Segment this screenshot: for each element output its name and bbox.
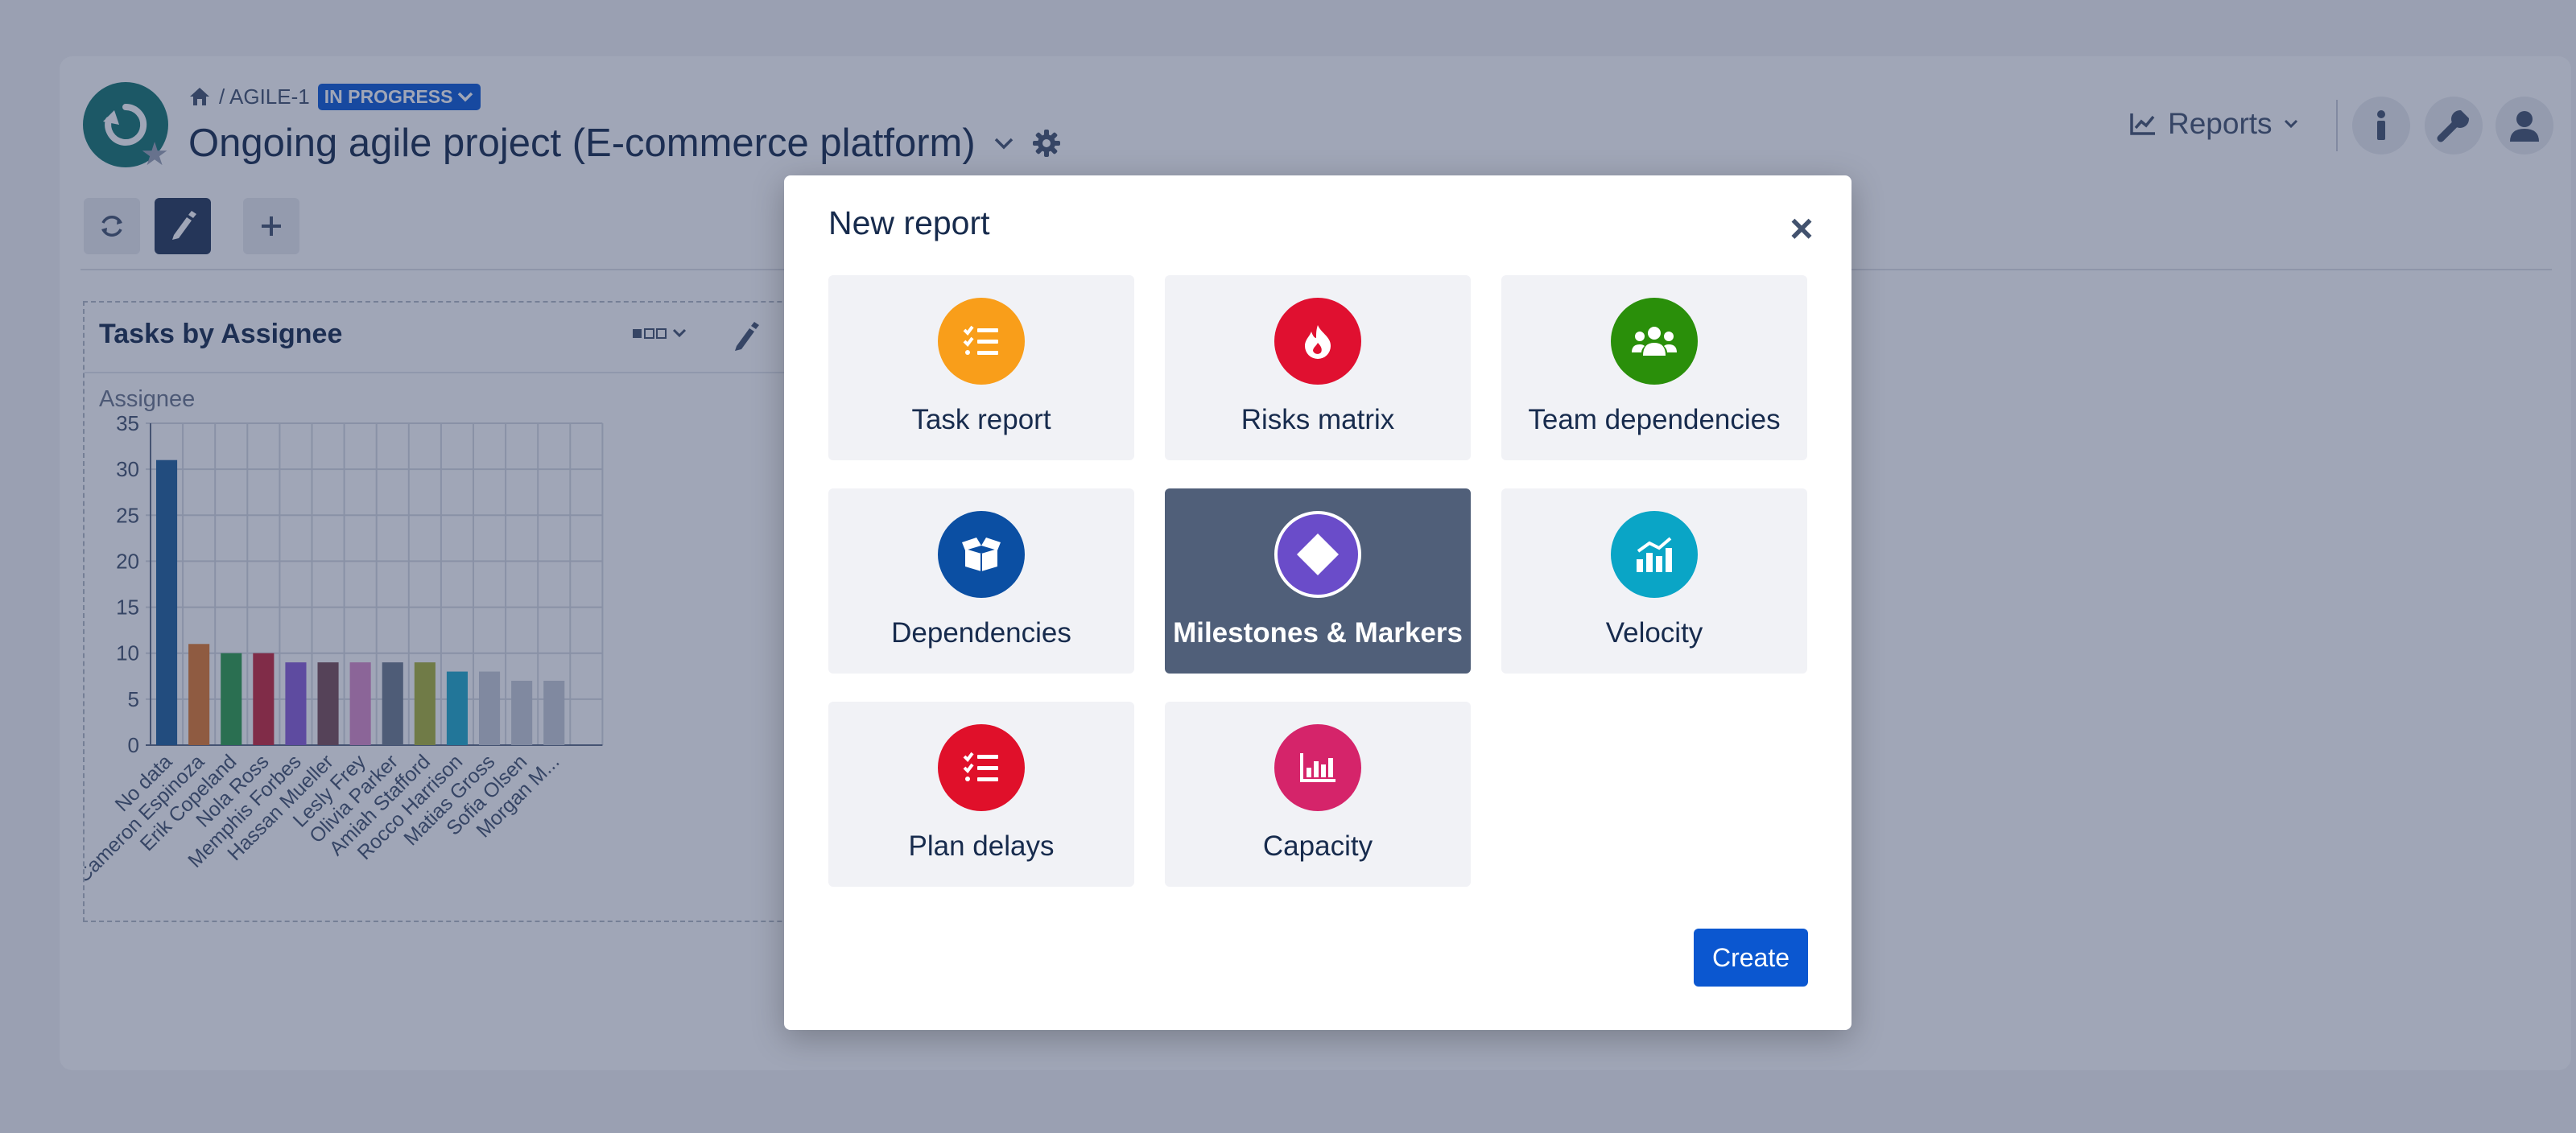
new-report-modal: New report × Task report Risks matrix Te… xyxy=(784,175,1852,1030)
tile-team-dependencies[interactable]: Team dependencies xyxy=(1501,275,1807,460)
tile-risks-matrix[interactable]: Risks matrix xyxy=(1165,275,1471,460)
tile-label: Dependencies xyxy=(891,617,1071,649)
tile-label: Plan delays xyxy=(908,830,1055,862)
tile-label: Milestones & Markers xyxy=(1173,617,1463,649)
tile-label: Team dependencies xyxy=(1528,404,1781,435)
diamond-icon xyxy=(1274,511,1361,598)
checklist-icon xyxy=(938,724,1025,811)
close-icon[interactable]: × xyxy=(1782,208,1821,249)
tile-dependencies[interactable]: Dependencies xyxy=(828,488,1134,674)
chart-histogram-icon xyxy=(1274,724,1361,811)
tile-capacity[interactable]: Capacity xyxy=(1165,702,1471,887)
modal-title: New report xyxy=(828,204,990,241)
tile-task-report[interactable]: Task report xyxy=(828,275,1134,460)
tile-label: Capacity xyxy=(1262,830,1373,862)
chart-bar-icon xyxy=(1611,511,1698,598)
tile-label: Velocity xyxy=(1605,617,1703,649)
fire-icon xyxy=(1274,298,1361,385)
tile-velocity[interactable]: Velocity xyxy=(1501,488,1807,674)
tile-plan-delays[interactable]: Plan delays xyxy=(828,702,1134,887)
box-icon xyxy=(938,511,1025,598)
tile-milestones-markers[interactable]: Milestones & Markers xyxy=(1165,488,1471,674)
tile-label: Risks matrix xyxy=(1241,404,1395,435)
create-button[interactable]: Create xyxy=(1694,929,1808,987)
checklist-icon xyxy=(938,298,1025,385)
tile-label: Task report xyxy=(911,404,1051,435)
users-icon xyxy=(1611,298,1698,385)
